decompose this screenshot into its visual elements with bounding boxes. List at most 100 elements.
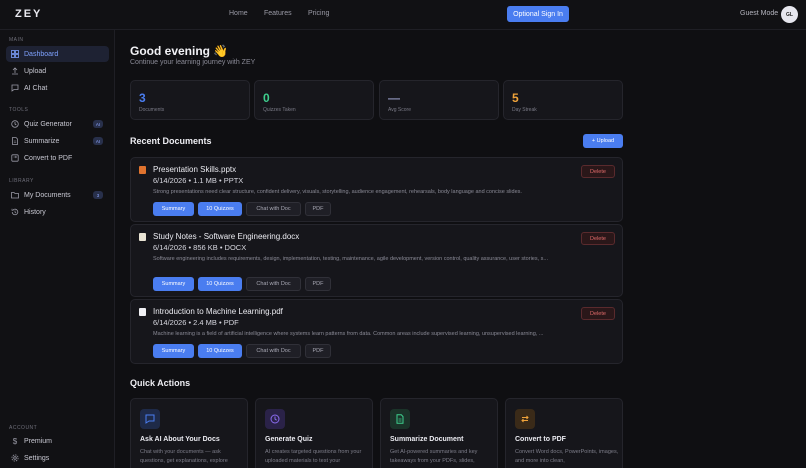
sidebar-item-label: Summarize	[24, 137, 60, 145]
chat-icon	[140, 409, 160, 429]
sidebar-item-my-documents[interactable]: My Documents 3	[6, 187, 109, 203]
sidebar-item-label: My Documents	[24, 191, 71, 199]
stat-label: Documents	[139, 107, 165, 113]
quick-action-ask-ai[interactable]: Ask AI About Your Docs Chat with your do…	[130, 398, 248, 468]
quizzes-button[interactable]: 10 Quizzes	[198, 344, 242, 358]
pptx-file-icon	[139, 166, 146, 174]
stat-value: 5	[512, 91, 519, 105]
guest-mode-label: Guest Mode	[740, 10, 779, 17]
clock-icon	[265, 409, 285, 429]
sidebar-item-label: Dashboard	[24, 50, 59, 58]
convert-icon	[515, 409, 535, 429]
document-actions: Summary 10 Quizzes Chat with Doc PDF	[153, 344, 331, 358]
sidebar-item-settings[interactable]: Settings	[6, 450, 109, 466]
quick-action-description: Get AI-powered summaries and key takeawa…	[390, 449, 478, 464]
pdf-button[interactable]: PDF	[305, 277, 331, 291]
quizzes-button[interactable]: 10 Quizzes	[198, 202, 242, 216]
sidebar-item-summarize[interactable]: Summarize AI	[6, 133, 109, 149]
stat-card-day-streak: 5 Day Streak	[503, 80, 623, 120]
sign-in-button[interactable]: Optional Sign In	[507, 6, 569, 22]
sidebar: MAIN Dashboard Upload AI Chat TOOLS Quiz…	[0, 30, 115, 468]
stat-card-avg-score: — Avg Score	[379, 80, 499, 120]
stat-label: Quizzes Taken	[263, 107, 296, 113]
sidebar-item-premium[interactable]: $ Premium	[6, 433, 109, 449]
section-label-library: LIBRARY	[9, 178, 34, 184]
sidebar-item-ai-chat[interactable]: AI Chat	[6, 80, 109, 96]
quick-action-summarize[interactable]: Summarize Document Get AI-powered summar…	[380, 398, 498, 468]
document-actions: Summary 10 Quizzes Chat with Doc PDF	[153, 202, 331, 216]
top-nav: ZEY Home Features Pricing Optional Sign …	[0, 0, 806, 30]
stat-value: 3	[139, 91, 146, 105]
history-icon	[11, 208, 19, 216]
chat-with-doc-button[interactable]: Chat with Doc	[246, 344, 301, 358]
document-name[interactable]: Presentation Skills.pptx	[153, 165, 236, 174]
sidebar-item-upload[interactable]: Upload	[6, 63, 109, 79]
document-description: Machine learning is a field of artificia…	[153, 331, 544, 337]
dollar-icon: $	[12, 436, 18, 446]
upload-button[interactable]: + Upload	[583, 134, 623, 148]
logo[interactable]: ZEY	[15, 8, 42, 20]
document-card: Presentation Skills.pptx 6/14/2026 • 1.1…	[130, 157, 623, 222]
nav-link-pricing[interactable]: Pricing	[308, 10, 329, 17]
quizzes-button[interactable]: 10 Quizzes	[198, 277, 242, 291]
summary-button[interactable]: Summary	[153, 277, 194, 291]
chat-icon	[11, 84, 19, 92]
quick-action-title: Ask AI About Your Docs	[140, 436, 220, 443]
page-title: Good evening 👋	[130, 44, 229, 58]
sidebar-item-label: History	[24, 208, 46, 216]
sidebar-item-label: Convert to PDF	[24, 154, 73, 162]
document-icon	[11, 137, 19, 145]
quick-action-title: Convert to PDF	[515, 436, 566, 443]
quick-actions-title: Quick Actions	[130, 378, 191, 388]
sidebar-item-history[interactable]: History	[6, 204, 109, 220]
chat-with-doc-button[interactable]: Chat with Doc	[246, 202, 301, 216]
page-subtitle: Continue your learning journey with ZEY	[130, 59, 256, 66]
section-label-tools: TOOLS	[9, 107, 29, 113]
count-badge: 3	[93, 191, 103, 199]
sidebar-item-dashboard[interactable]: Dashboard	[6, 46, 109, 62]
chat-with-doc-button[interactable]: Chat with Doc	[246, 277, 301, 291]
folder-icon	[11, 191, 19, 199]
document-description: Software engineering includes requiremen…	[153, 256, 548, 262]
stat-card-quizzes: 0 Quizzes Taken	[254, 80, 374, 120]
document-meta: 6/14/2026 • 1.1 MB • PPTX	[153, 176, 244, 185]
ai-badge: AI	[93, 120, 103, 128]
nav-link-features[interactable]: Features	[264, 10, 292, 17]
avatar[interactable]: GL	[781, 6, 798, 23]
document-meta: 6/14/2026 • 2.4 MB • PDF	[153, 318, 239, 327]
nav-link-home[interactable]: Home	[229, 10, 248, 17]
clock-icon	[11, 120, 19, 128]
pdf-button[interactable]: PDF	[305, 202, 331, 216]
sidebar-item-convert-to-pdf[interactable]: Convert to PDF	[6, 150, 109, 166]
sidebar-item-quiz-generator[interactable]: Quiz Generator AI	[6, 116, 109, 132]
quick-action-description: Convert Word docs, PowerPoints, images, …	[515, 449, 619, 464]
delete-button[interactable]: Delete	[581, 165, 615, 178]
document-icon	[390, 409, 410, 429]
sidebar-item-label: Upload	[24, 67, 47, 75]
grid-icon	[11, 50, 19, 58]
delete-button[interactable]: Delete	[581, 232, 615, 245]
quick-action-description: Chat with your documents — ask questions…	[140, 449, 228, 464]
summary-button[interactable]: Summary	[153, 202, 194, 216]
delete-button[interactable]: Delete	[581, 307, 615, 320]
quick-action-generate-quiz[interactable]: Generate Quiz AI creates targeted questi…	[255, 398, 373, 468]
document-description: Strong presentations need clear structur…	[153, 189, 522, 195]
pdf-button[interactable]: PDF	[305, 344, 331, 358]
document-meta: 6/14/2026 • 856 KB • DOCX	[153, 243, 247, 252]
stat-label: Day Streak	[512, 107, 537, 113]
docx-file-icon	[139, 233, 146, 241]
section-label-main: MAIN	[9, 37, 24, 43]
document-card: Introduction to Machine Learning.pdf 6/1…	[130, 299, 623, 364]
quick-action-convert-to-pdf[interactable]: Convert to PDF Convert Word docs, PowerP…	[505, 398, 623, 468]
summary-button[interactable]: Summary	[153, 344, 194, 358]
quick-action-title: Summarize Document	[390, 436, 464, 443]
document-name[interactable]: Study Notes - Software Engineering.docx	[153, 232, 299, 241]
stat-value: —	[388, 91, 400, 105]
sidebar-item-label: Premium	[24, 437, 53, 445]
stat-label: Avg Score	[388, 107, 411, 113]
stat-card-documents: 3 Documents	[130, 80, 250, 120]
sidebar-item-label: Settings	[24, 454, 50, 462]
document-name[interactable]: Introduction to Machine Learning.pdf	[153, 307, 283, 316]
ai-badge: AI	[93, 137, 103, 145]
document-card: Study Notes - Software Engineering.docx …	[130, 224, 623, 297]
